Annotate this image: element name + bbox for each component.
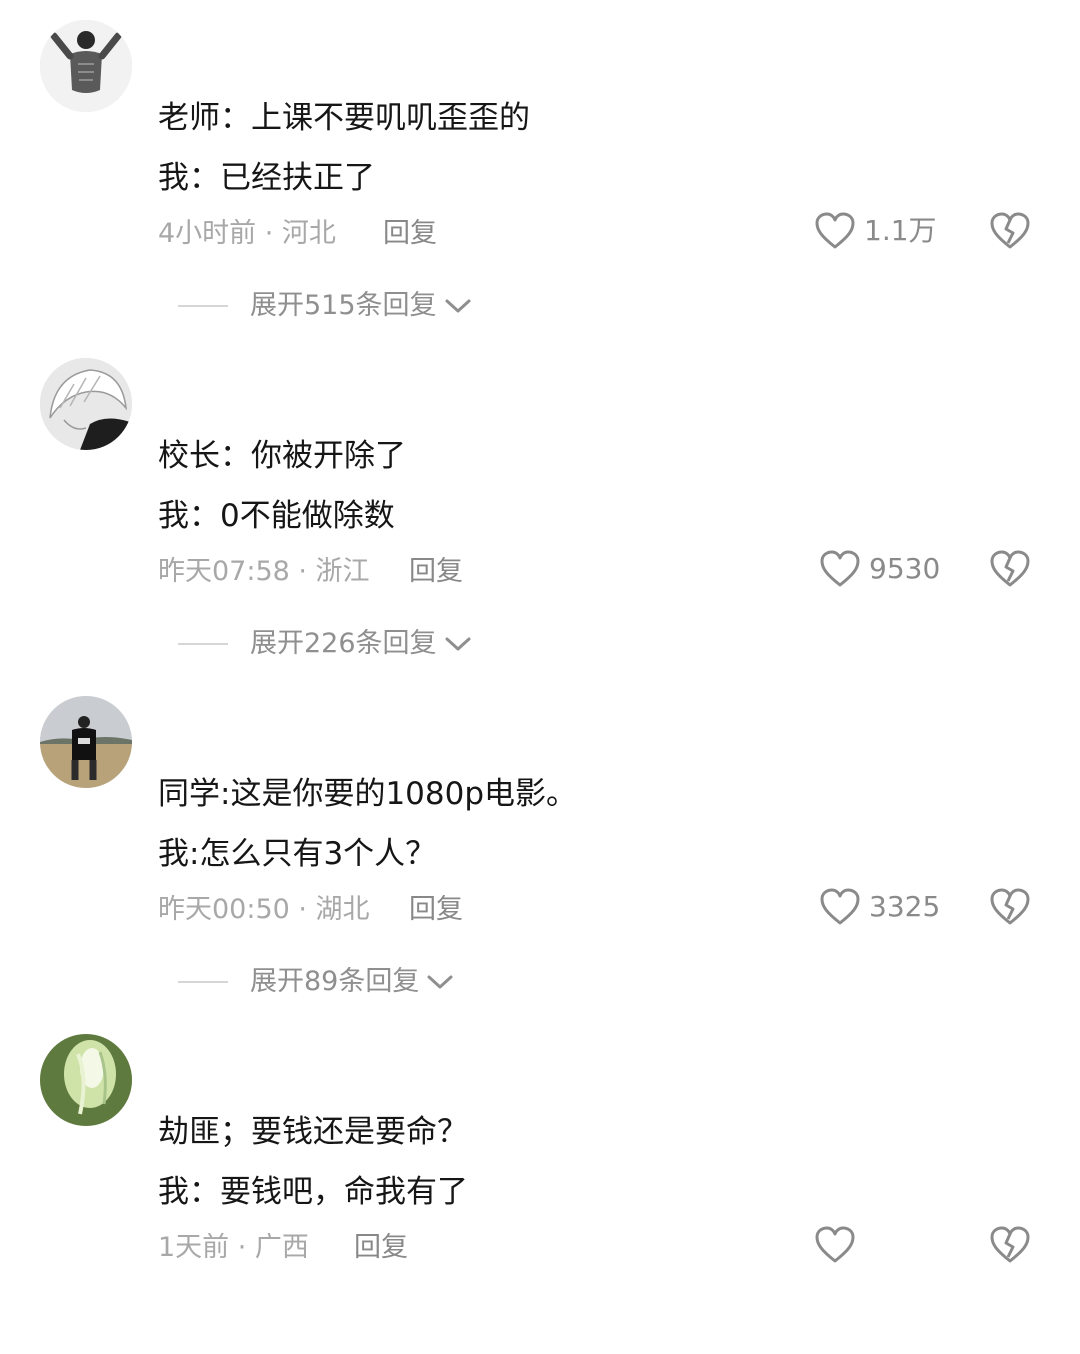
like-button[interactable]: 9530 [820, 550, 940, 588]
chevron-down-icon [445, 299, 471, 313]
divider [178, 305, 228, 307]
like-button[interactable]: 3325 [820, 888, 940, 926]
shirtless-man-avatar-icon [40, 20, 132, 112]
reply-button[interactable]: 回复 [354, 1230, 408, 1266]
comment-text-line1: 劫匪；要钱还是要命？ [158, 1114, 468, 1150]
comment-meta: 1天前 · 广西 [158, 1232, 309, 1263]
comment-meta: 4小时前 · 河北 [158, 218, 336, 249]
comment-text-line2: 我：已经扶正了 [158, 160, 375, 196]
comment-text-line2: 我：要钱吧，命我有了 [158, 1174, 468, 1210]
avatar[interactable] [40, 696, 132, 788]
comment-item: 老师：上课不要叽叽歪歪的 我：已经扶正了 4小时前 · 河北 回复 1.1万 展… [0, 20, 1080, 340]
expand-replies-label: 展开515条回复 [250, 290, 437, 321]
comment-item: 校长：你被开除了 我：0不能做除数 昨天07:58 · 浙江 回复 9530 展… [0, 358, 1080, 678]
like-count: 1.1万 [864, 214, 937, 247]
person-in-field-avatar-icon [40, 696, 132, 788]
broken-heart-icon [990, 1226, 1030, 1263]
expand-replies-button[interactable]: 展开89条回复 [178, 964, 455, 1000]
comment-text-line1: 校长：你被开除了 [158, 438, 406, 474]
like-count: 9530 [869, 552, 941, 585]
expand-replies-label: 展开89条回复 [250, 966, 420, 997]
reply-button[interactable]: 回复 [409, 554, 463, 590]
comment-meta: 昨天07:58 · 浙江 [158, 556, 370, 587]
comment-text-line1: 老师：上课不要叽叽歪歪的 [158, 100, 530, 136]
divider [178, 643, 228, 645]
avatar[interactable] [40, 1034, 132, 1126]
expand-replies-button[interactable]: 展开515条回复 [178, 288, 473, 324]
anime-character-avatar-icon [40, 358, 132, 450]
avatar[interactable] [40, 20, 132, 112]
reply-button[interactable]: 回复 [409, 892, 463, 928]
comment-text-line2: 我：0不能做除数 [158, 498, 395, 534]
dislike-button[interactable] [990, 888, 1030, 926]
heart-icon [815, 1226, 855, 1263]
heart-icon [820, 550, 860, 587]
expand-replies-label: 展开226条回复 [250, 628, 437, 659]
dislike-button[interactable] [990, 212, 1030, 250]
broken-heart-icon [990, 550, 1030, 587]
comment-text-line1: 同学:这是你要的1080p电影。 [158, 776, 578, 812]
reply-button[interactable]: 回复 [383, 216, 437, 252]
comment-item: 同学:这是你要的1080p电影。 我:怎么只有3个人？ 昨天00:50 · 湖北… [0, 696, 1080, 1016]
comment-text-line2: 我:怎么只有3个人？ [158, 836, 437, 872]
glowing-figure-avatar-icon [40, 1034, 132, 1126]
chevron-down-icon [445, 637, 471, 651]
broken-heart-icon [990, 888, 1030, 925]
comment-item: 劫匪；要钱还是要命？ 我：要钱吧，命我有了 1天前 · 广西 回复 [0, 1034, 1080, 1354]
dislike-button[interactable] [990, 1226, 1030, 1264]
divider [178, 981, 228, 983]
comment-meta: 昨天00:50 · 湖北 [158, 894, 370, 925]
like-count: 3325 [869, 890, 941, 923]
expand-replies-button[interactable]: 展开226条回复 [178, 626, 473, 662]
like-button[interactable] [815, 1226, 864, 1264]
chevron-down-icon [427, 975, 453, 989]
heart-icon [815, 212, 855, 249]
broken-heart-icon [990, 212, 1030, 249]
avatar[interactable] [40, 358, 132, 450]
like-button[interactable]: 1.1万 [815, 212, 937, 250]
heart-icon [820, 888, 860, 925]
dislike-button[interactable] [990, 550, 1030, 588]
